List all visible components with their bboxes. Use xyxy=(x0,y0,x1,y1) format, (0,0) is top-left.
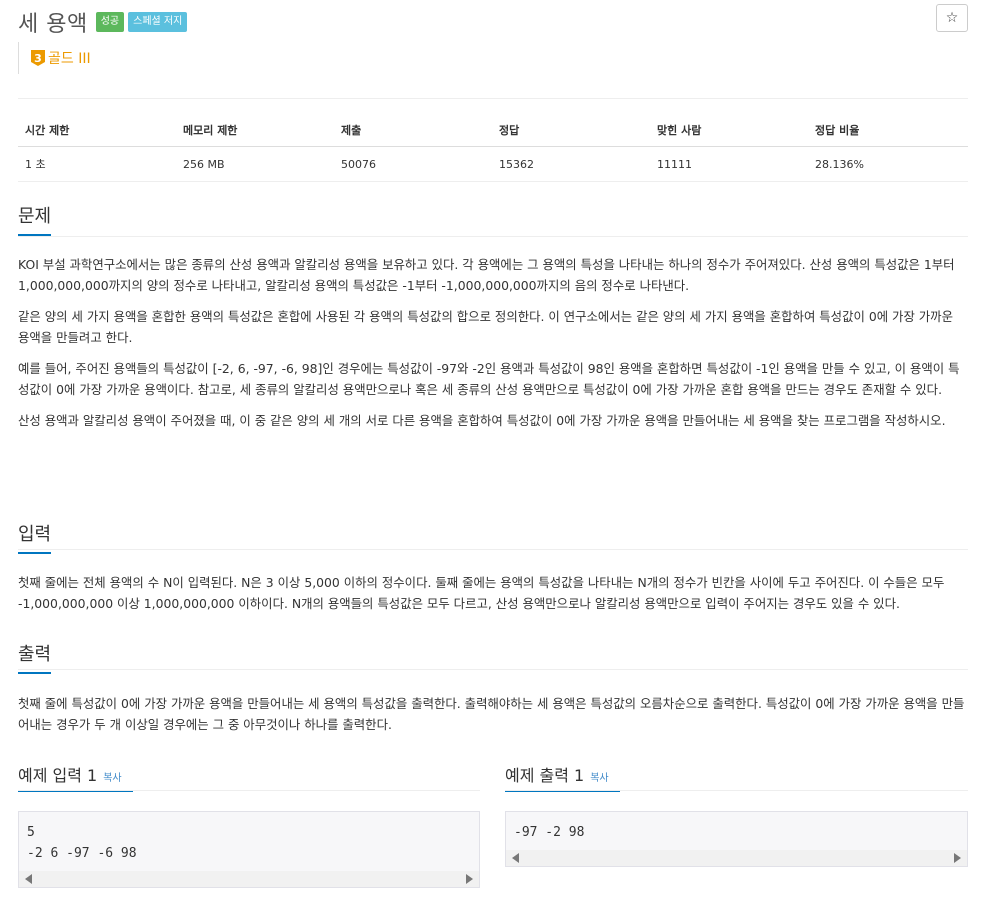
section-divider xyxy=(505,790,968,791)
copy-sample-input-link[interactable]: 복사 xyxy=(103,773,121,784)
stats-header-row: 시간 제한 메모리 제한 제출 정답 맞힌 사람 정답 비율 xyxy=(18,114,968,147)
tier-label: 골드 III xyxy=(48,51,91,67)
submissions-value: 50076 xyxy=(334,146,492,182)
time-limit-value: 1 초 xyxy=(18,146,176,182)
divider xyxy=(18,98,968,99)
sample-output-box[interactable]: -97 -2 98 xyxy=(505,811,968,867)
title-row: 세 용액 성공 스페셜 저지 xyxy=(18,4,188,40)
time-limit-header: 시간 제한 xyxy=(18,114,176,147)
problem-description: KOI 부설 과학연구소에서는 많은 종류의 산성 용액과 알칼리성 용액을 보… xyxy=(18,254,968,431)
scroll-right-arrow-icon[interactable] xyxy=(466,874,473,884)
problem-paragraph: 산성 용액과 알칼리성 용액이 주어졌을 때, 이 중 같은 양의 세 개의 서… xyxy=(18,413,946,428)
problem-section-title: 문제 xyxy=(18,202,52,236)
tier-row: 3 골드 III xyxy=(18,42,91,74)
output-section-heading: 출력 xyxy=(18,644,52,665)
section-divider xyxy=(18,236,968,237)
sample-output-heading: 예제 출력 1 xyxy=(505,766,585,785)
solved-users-value: 11111 xyxy=(650,146,808,182)
sample-input-title: 예제 입력 1 복사 xyxy=(18,762,133,792)
output-paragraph: 첫째 줄에 특성값이 0에 가장 가까운 용액을 만들어내는 세 용액의 특성값… xyxy=(18,696,965,732)
section-divider xyxy=(18,790,480,791)
scroll-left-arrow-icon[interactable] xyxy=(512,853,519,863)
accepted-header: 정답 xyxy=(492,114,650,147)
accepted-value: 15362 xyxy=(492,146,650,182)
section-divider xyxy=(18,669,968,670)
problem-paragraph: 예를 들어, 주어진 용액들의 특성값이 [-2, 6, -97, -6, 98… xyxy=(18,361,960,397)
memory-limit-value: 256 MB xyxy=(176,146,334,182)
problem-section-heading: 문제 xyxy=(18,206,52,227)
stats-value-row: 1 초 256 MB 50076 15362 11111 28.136% xyxy=(18,146,968,182)
output-description: 첫째 줄에 특성값이 0에 가장 가까운 용액을 만들어내는 세 용액의 특성값… xyxy=(18,693,968,735)
input-description: 첫째 줄에는 전체 용액의 수 N이 입력된다. N은 3 이상 5,000 이… xyxy=(18,572,968,614)
sample-input-heading: 예제 입력 1 xyxy=(18,766,98,785)
sample-output-title: 예제 출력 1 복사 xyxy=(505,762,620,792)
scroll-right-arrow-icon[interactable] xyxy=(954,853,961,863)
problem-stats-table: 시간 제한 메모리 제한 제출 정답 맞힌 사람 정답 비율 1 초 256 M… xyxy=(18,114,968,182)
copy-sample-output-link[interactable]: 복사 xyxy=(590,773,608,784)
memory-limit-header: 메모리 제한 xyxy=(176,114,334,147)
accept-ratio-header: 정답 비율 xyxy=(808,114,968,147)
solved-users-header: 맞힌 사람 xyxy=(650,114,808,147)
sample-input-content: 5 -2 6 -97 -6 98 xyxy=(27,825,137,861)
section-underline xyxy=(18,672,51,674)
star-icon: ☆ xyxy=(945,10,959,26)
sample-output-content: -97 -2 98 xyxy=(514,825,585,840)
special-judge-badge: 스페셜 저지 xyxy=(128,12,188,32)
section-underline xyxy=(18,552,51,554)
submissions-header: 제출 xyxy=(334,114,492,147)
gold-tier-icon: 3 xyxy=(31,50,45,66)
problem-title: 세 용액 xyxy=(18,12,88,37)
problem-paragraph: 같은 양의 세 가지 용액을 혼합한 용액의 특성값은 혼합에 사용된 각 용액… xyxy=(18,309,953,345)
success-badge: 성공 xyxy=(95,12,125,32)
horizontal-scrollbar[interactable] xyxy=(506,850,967,866)
sample-input-box[interactable]: 5 -2 6 -97 -6 98 xyxy=(18,811,480,888)
input-paragraph: 첫째 줄에는 전체 용액의 수 N이 입력된다. N은 3 이상 5,000 이… xyxy=(18,575,945,611)
input-section-title: 입력 xyxy=(18,520,52,554)
favorite-star-button[interactable]: ☆ xyxy=(936,4,968,32)
horizontal-scrollbar[interactable] xyxy=(19,871,479,887)
section-divider xyxy=(18,549,968,550)
scroll-left-arrow-icon[interactable] xyxy=(25,874,32,884)
accept-ratio-value: 28.136% xyxy=(808,146,968,182)
input-section-heading: 입력 xyxy=(18,524,52,545)
output-section-title: 출력 xyxy=(18,640,52,674)
problem-paragraph: KOI 부설 과학연구소에서는 많은 종류의 산성 용액과 알칼리성 용액을 보… xyxy=(18,257,955,293)
